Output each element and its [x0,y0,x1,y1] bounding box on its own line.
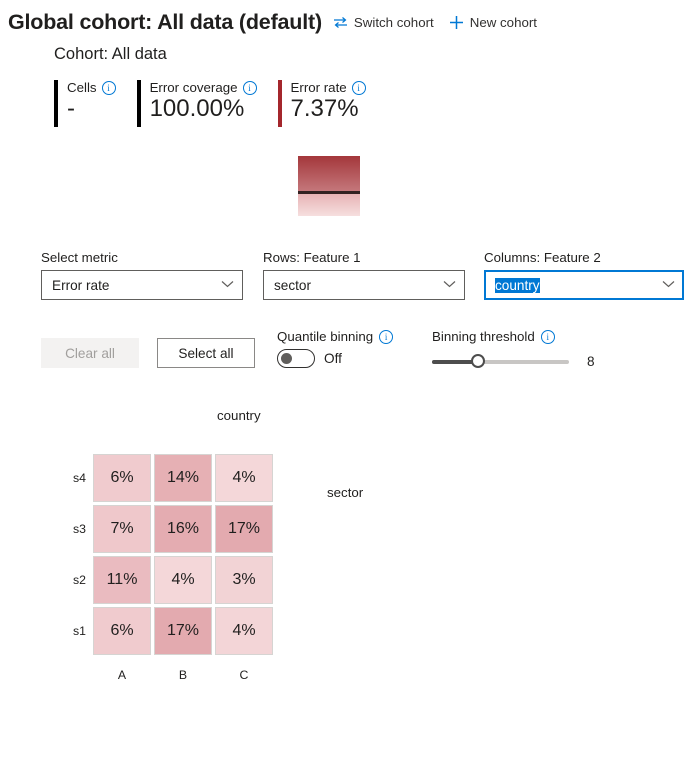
heatmap-cell[interactable]: 6% [93,607,151,655]
chevron-down-icon [221,279,234,291]
heatmap-cell[interactable]: 4% [154,556,212,604]
heatmap-y-axis-title: sector [327,485,364,500]
plus-icon [449,15,464,30]
legend-gradient-upper [298,156,360,191]
slider-thumb[interactable] [471,353,485,368]
quantile-binning-label: Quantile binning [277,329,374,344]
switch-cohort-label: Switch cohort [353,15,434,30]
rows-feature-control: Rows: Feature 1 sector [263,250,465,300]
heatmap-cell[interactable]: 7% [93,505,151,553]
switch-icon [333,16,348,29]
stat-error-rate: Error rate i 7.37% [277,80,366,127]
new-cohort-button[interactable]: New cohort [449,15,537,30]
metric-dropdown-value: Error rate [52,277,110,293]
rows-feature-dropdown[interactable]: sector [263,270,465,300]
stat-error-coverage: Error coverage i 100.00% [136,80,257,127]
quantile-binning-toggle[interactable] [277,349,315,368]
heatmap-cell[interactable]: 6% [93,454,151,502]
page-title: Global cohort: All data (default) [8,10,322,34]
stat-value: 100.00% [149,95,245,122]
binning-threshold-value: 8 [587,354,595,369]
clear-all-button[interactable]: Clear all [41,338,139,368]
binning-threshold-slider[interactable] [432,353,569,368]
rows-feature-dropdown-value: sector [274,277,312,293]
heatmap-row-label: s4 [73,471,86,485]
page-header: Global cohort: All data (default) Switch… [0,0,696,35]
binning-threshold-label: Binning threshold [432,329,535,344]
info-icon[interactable]: i [242,80,257,95]
heatmap-row-label: s2 [73,573,86,587]
info-icon[interactable]: i [540,329,555,344]
heatmap-row: s1 6% 17% 4% [73,607,276,655]
heatmap-row: s2 11% 4% 3% [73,556,276,604]
switch-cohort-button[interactable]: Switch cohort [333,15,434,30]
legend-gradient-lower [298,194,360,216]
info-icon[interactable]: i [101,80,116,95]
heatmap-row-label: s1 [73,624,86,638]
info-icon[interactable]: i [351,80,366,95]
stat-label: Error rate [290,80,347,95]
heatmap-row-label: s3 [73,522,86,536]
heatmap-cell[interactable]: 4% [215,607,273,655]
stat-label: Error coverage [149,80,238,95]
color-scale-legend [298,156,360,216]
stat-value: - [67,95,75,122]
heatmap-row: s3 7% 16% 17% [73,505,276,553]
info-icon[interactable]: i [379,329,394,344]
columns-feature-dropdown[interactable]: country [484,270,684,300]
heatmap-cell[interactable]: 3% [215,556,273,604]
chevron-down-icon [443,279,456,291]
heatmap-row: s4 6% 14% 4% [73,454,276,502]
heatmap-column-label: A [117,668,127,682]
chevron-down-icon [662,279,675,291]
quantile-binning-control: Quantile binning i Off [277,329,394,368]
clear-all-label: Clear all [65,345,115,361]
heatmap-column-label: C [239,668,249,682]
heatmap-column-labels: A B C [93,668,276,682]
heatmap-x-axis-title: country [217,408,261,423]
heatmap-grid: s4 6% 14% 4% s3 7% 16% 17% s2 11% 4% 3% s1 6% 17% 4% [73,454,276,658]
stat-label: Cells [67,80,97,95]
heatmap-cell[interactable]: 4% [215,454,273,502]
cohort-actions: Switch cohort New cohort [333,15,537,30]
heatmap-cell[interactable]: 16% [154,505,212,553]
binning-threshold-control: Binning threshold i 8 [432,329,595,369]
rows-feature-label: Rows: Feature 1 [263,250,361,265]
columns-feature-control: Columns: Feature 2 country [484,250,684,300]
columns-feature-dropdown-value: country [495,277,540,293]
new-cohort-label: New cohort [469,15,537,30]
heatmap-cell[interactable]: 17% [215,505,273,553]
metric-dropdown[interactable]: Error rate [41,270,243,300]
metric-control: Select metric Error rate [41,250,243,300]
stat-value: 7.37% [290,95,359,122]
stats-strip: Cells i - Error coverage i 100.00% Error… [0,80,696,127]
cohort-subtitle: Cohort: All data [54,45,167,63]
stat-cells: Cells i - [54,80,116,127]
toggle-knob [281,353,292,364]
select-all-label: Select all [178,345,234,361]
quantile-binning-state: Off [324,351,342,366]
heatmap-cell[interactable]: 11% [93,556,151,604]
heatmap-column-label: B [178,668,188,682]
metric-label: Select metric [41,250,118,265]
columns-feature-label: Columns: Feature 2 [484,250,601,265]
heatmap-cell[interactable]: 14% [154,454,212,502]
heatmap-cell[interactable]: 17% [154,607,212,655]
select-all-button[interactable]: Select all [157,338,255,368]
